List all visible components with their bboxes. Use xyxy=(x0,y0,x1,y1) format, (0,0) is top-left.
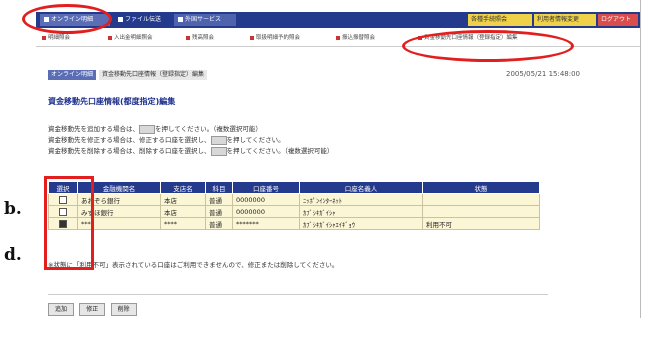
status-cell xyxy=(422,193,540,206)
subnav-label: 残高照会 xyxy=(192,35,215,41)
subnav-label: 入出金明細照会 xyxy=(114,35,153,41)
branch-cell: **** xyxy=(160,217,206,230)
number-cell: ******* xyxy=(232,217,300,230)
subnav-label: 取扱明細予約照会 xyxy=(256,35,301,41)
inline-button-icon xyxy=(210,135,227,145)
instruction-text: 資金移動先を削除する場合は、削除する口座を選択し、 xyxy=(48,147,211,155)
notice-text: ※状態に「利用不可」表示されている口座はご利用できませんので、修正または削除して… xyxy=(48,261,339,269)
user-info-button[interactable]: 利用者情報変更 xyxy=(534,14,596,26)
edit-button[interactable]: 修正 xyxy=(79,303,106,316)
highlight-oval-tab xyxy=(22,4,112,34)
delete-button[interactable]: 削除 xyxy=(110,303,137,316)
column-header-type: 科目 xyxy=(205,181,233,194)
number-cell: 0000000 xyxy=(232,205,300,218)
procedure-inquiry-button[interactable]: 各種手続照会 xyxy=(468,14,532,26)
column-header-status: 状態 xyxy=(422,181,540,194)
bullet-icon xyxy=(42,35,46,40)
footer-divider xyxy=(48,294,548,295)
instruction-text: を押してください。（複数選択可能） xyxy=(155,125,262,133)
instruction-text: を押してください。 xyxy=(226,136,285,144)
tab-label: 外国サービス xyxy=(185,16,222,23)
breadcrumb-section[interactable]: オンライン明細 xyxy=(48,70,97,80)
row-label-d: d. xyxy=(4,245,22,265)
instruction-line-edit: 資金移動先を修正する場合は、修正する口座を選択し、 を押してください。 xyxy=(48,135,628,146)
branch-cell: 本店 xyxy=(160,205,206,218)
table-header-row: 選択 金融機関名 支店名 科目 口座番号 口座名義人 状態 xyxy=(48,181,540,194)
status-cell: 利用不可 xyxy=(422,217,540,230)
subnav-item-statement[interactable]: 明細照会 xyxy=(42,33,70,41)
logout-button[interactable]: ログアウト xyxy=(598,14,638,26)
top-navigation-bar: オンライン明細 ファイル伝送 外国サービス 各種手続照会 利用者情報変更 ログア… xyxy=(36,12,640,28)
add-button[interactable]: 追加 xyxy=(48,303,75,316)
subnav-label: 振込振替照会 xyxy=(342,35,376,41)
tab-marker-icon xyxy=(178,17,183,22)
subnav-item-deposit-withdrawal[interactable]: 入出金明細照会 xyxy=(108,33,153,41)
bullet-icon xyxy=(186,35,190,40)
inline-button-icon xyxy=(139,124,155,134)
row-label-b: b. xyxy=(4,199,22,219)
column-header-number: 口座番号 xyxy=(232,181,300,194)
subnav-item-transfer[interactable]: 振込振替照会 xyxy=(336,33,375,41)
page-title: 資金移動先口座情報(都度指定)編集 xyxy=(48,97,176,106)
table-row: あおぞら銀行 本店 普通 0000000 ﾆｯﾎﾟﾝｲﾝﾀｰﾈｯﾄ xyxy=(48,193,540,206)
tab-marker-icon xyxy=(118,17,123,22)
account-table: 選択 金融機関名 支店名 科目 口座番号 口座名義人 状態 あおぞら銀行 本店 … xyxy=(48,181,540,230)
type-cell: 普通 xyxy=(205,217,233,230)
instructions: 資金移動先を追加する場合は、 を押してください。（複数選択可能） 資金移動先を修正… xyxy=(48,124,628,157)
subnav-item-balance[interactable]: 残高照会 xyxy=(186,33,214,41)
inline-button-icon xyxy=(210,146,227,156)
number-cell: 0000000 xyxy=(232,193,300,206)
subnav-item-reservation[interactable]: 取扱明細予約照会 xyxy=(250,33,300,41)
bullet-icon xyxy=(336,35,340,40)
instruction-text: を押してください。（複数選択可能） xyxy=(226,147,334,155)
status-cell xyxy=(422,205,540,218)
type-cell: 普通 xyxy=(205,193,233,206)
breadcrumb-page: 資金移動先口座情報（登録指定）編集 xyxy=(99,70,208,80)
tab-file-transfer[interactable]: ファイル伝送 xyxy=(114,14,170,26)
instruction-text: 資金移動先を追加する場合は、 xyxy=(48,125,139,133)
breadcrumb: オンライン明細 資金移動先口座情報（登録指定）編集 xyxy=(48,70,210,80)
tab-label: ファイル伝送 xyxy=(125,16,162,23)
bullet-icon xyxy=(108,35,112,40)
tab-foreign-service[interactable]: 外国サービス xyxy=(174,14,236,26)
table-row: **** **** 普通 ******* ｶﾌﾞｼｷｶﾞｲｼｬｴｲｷﾞｮｳ 利用… xyxy=(48,217,540,230)
instruction-text: 資金移動先を修正する場合は、修正する口座を選択し、 xyxy=(48,136,211,144)
holder-cell: ｶﾌﾞｼｷｶﾞｲｼｬ xyxy=(299,205,423,218)
bullet-icon xyxy=(250,35,254,40)
table-row: みずほ銀行 本店 普通 0000000 ｶﾌﾞｼｷｶﾞｲｼｬ xyxy=(48,205,540,218)
highlight-oval-subnav xyxy=(402,30,574,62)
instruction-line-add: 資金移動先を追加する場合は、 を押してください。（複数選択可能） xyxy=(48,124,628,135)
type-cell: 普通 xyxy=(205,205,233,218)
datetime-display: 2005/05/21 15:48:00 xyxy=(506,70,581,78)
holder-cell: ｶﾌﾞｼｷｶﾞｲｼｬｴｲｷﾞｮｳ xyxy=(299,217,423,230)
holder-cell: ﾆｯﾎﾟﾝｲﾝﾀｰﾈｯﾄ xyxy=(299,193,423,206)
subnav-label: 明細照会 xyxy=(48,35,71,41)
action-buttons: 追加 修正 削除 xyxy=(48,303,140,316)
column-header-holder: 口座名義人 xyxy=(299,181,423,194)
branch-cell: 本店 xyxy=(160,193,206,206)
column-header-branch: 支店名 xyxy=(160,181,206,194)
instruction-line-delete: 資金移動先を削除する場合は、削除する口座を選択し、 を押してください。（複数選択可… xyxy=(48,146,628,157)
highlight-box-select-column xyxy=(44,176,94,270)
